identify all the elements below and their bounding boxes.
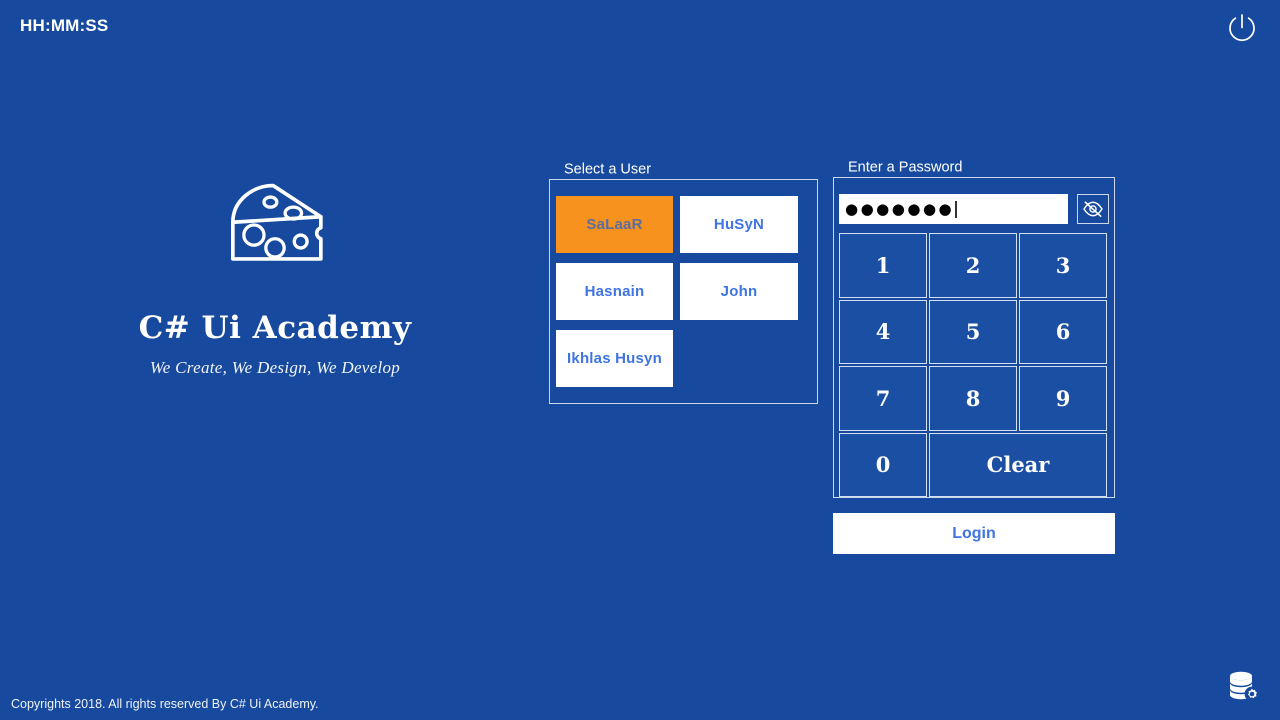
keypad-key-9[interactable]: 9 xyxy=(1019,366,1107,431)
database-gear-icon xyxy=(1230,671,1260,702)
keypad-key-label: 5 xyxy=(965,319,981,345)
keypad-key-label: 0 xyxy=(875,452,891,478)
keypad-key-4[interactable]: 4 xyxy=(839,299,927,364)
eye-slash-icon xyxy=(1083,201,1103,218)
password-visibility-toggle[interactable] xyxy=(1077,194,1109,224)
login-screen: HH:MM:SS C# Ui Academy We Create, We Des… xyxy=(0,0,1280,720)
keypad-key-8[interactable]: 8 xyxy=(929,366,1017,431)
power-icon xyxy=(1229,14,1255,42)
password-panel-legend: Enter a Password xyxy=(843,159,968,176)
keypad-key-label: 9 xyxy=(1055,385,1071,411)
password-masked-value: ●●●●●●● xyxy=(845,199,955,218)
brand-title: C# Ui Academy xyxy=(138,310,412,346)
clock-label: HH:MM:SS xyxy=(20,16,109,35)
user-button-label: Ikhlas Husyn xyxy=(567,350,662,367)
copyright-text: Copyrights 2018. All rights reserved By … xyxy=(11,697,319,711)
user-button-husyn[interactable]: HuSyN xyxy=(680,196,798,253)
login-button-label: Login xyxy=(952,524,996,542)
user-button-hasnain[interactable]: Hasnain xyxy=(556,263,673,320)
branding: C# Ui Academy We Create, We Design, We D… xyxy=(0,180,550,378)
keypad-key-label: 4 xyxy=(875,319,891,345)
keypad-key-label: 8 xyxy=(965,385,981,411)
user-button-salaar[interactable]: SaLaaR xyxy=(556,196,673,253)
brand-tagline: We Create, We Design, We Develop xyxy=(149,358,401,377)
keypad-key-label: 7 xyxy=(875,385,891,411)
user-select-panel: Select a User SaLaaR HuSyN Hasnain John … xyxy=(549,161,818,404)
user-panel-legend: Select a User xyxy=(559,161,657,178)
database-settings-button[interactable] xyxy=(1222,664,1264,706)
keypad-key-7[interactable]: 7 xyxy=(839,366,927,431)
password-panel: Enter a Password ●●●●●●● 1 2 3 4 5 6 7 8 9 0 Clear xyxy=(833,159,1115,498)
user-button-label: HuSyN xyxy=(713,216,765,233)
numeric-keypad: 1 2 3 4 5 6 7 8 9 0 Clear xyxy=(839,233,1109,497)
password-input[interactable]: ●●●●●●● xyxy=(839,194,1068,224)
login-button[interactable]: Login xyxy=(833,513,1115,554)
user-button-label: SaLaaR xyxy=(586,216,643,233)
keypad-key-6[interactable]: 6 xyxy=(1019,299,1107,364)
keypad-key-0[interactable]: 0 xyxy=(839,432,927,497)
text-caret xyxy=(955,200,957,218)
user-button-label: Hasnain xyxy=(584,283,645,300)
cheese-wedge-icon xyxy=(231,183,323,261)
user-button-ikhlas-husyn[interactable]: Ikhlas Husyn xyxy=(556,330,673,387)
keypad-key-clear[interactable]: Clear xyxy=(929,432,1107,497)
user-button-label: John xyxy=(720,283,758,300)
keypad-key-label: Clear xyxy=(986,452,1050,478)
password-row: ●●●●●●● xyxy=(839,193,1109,225)
user-button-john[interactable]: John xyxy=(680,263,798,320)
keypad-key-label: 1 xyxy=(875,252,891,278)
keypad-key-5[interactable]: 5 xyxy=(929,299,1017,364)
keypad-key-3[interactable]: 3 xyxy=(1019,233,1107,298)
keypad-key-2[interactable]: 2 xyxy=(929,233,1017,298)
keypad-key-label: 3 xyxy=(1055,252,1071,278)
keypad-key-label: 2 xyxy=(965,252,981,278)
keypad-key-1[interactable]: 1 xyxy=(839,233,927,298)
keypad-key-label: 6 xyxy=(1055,319,1071,345)
power-button[interactable] xyxy=(1220,6,1264,50)
